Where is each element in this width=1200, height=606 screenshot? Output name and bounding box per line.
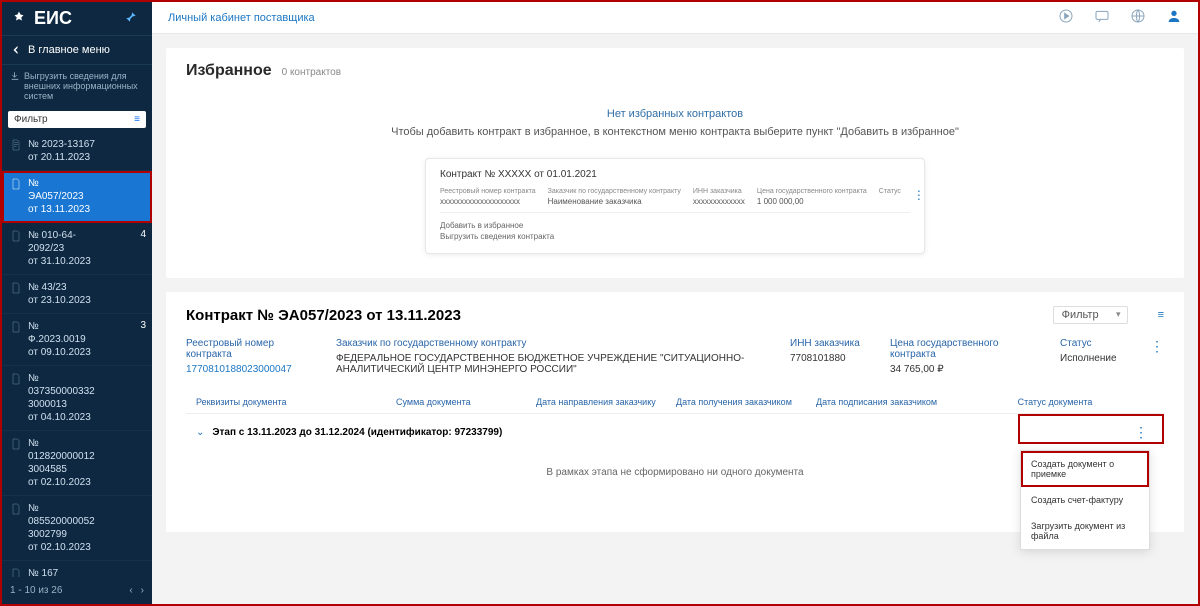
document-icon [10,320,22,334]
favorites-empty: Нет избранных контрактов [186,108,1164,120]
page-prev[interactable]: ‹ [129,585,132,596]
stage-more-icon[interactable]: ⋮ [1128,424,1154,441]
download-icon [10,71,20,81]
contract-filter-select[interactable]: Фильтр [1053,306,1128,324]
app-header: ЕИС [2,2,152,35]
contract-item[interactable]: № 43/23от 23.10.2023 [2,275,152,314]
page-next[interactable]: › [141,585,144,596]
back-to-main-menu[interactable]: В главное меню [2,35,152,65]
contract-panel: Контракт № ЭА057/2023 от 13.11.2023 Филь… [166,292,1184,532]
document-icon [10,372,22,386]
preview-card: Контракт № ХХХХХ от 01.01.2021 Реестровы… [425,158,925,254]
content: Избранное 0 контрактов Нет избранных кон… [152,34,1198,604]
contract-item[interactable]: № 010-64-2092/23от 31.10.2023 4 [2,223,152,275]
contract-item[interactable]: № 2023-13167от 20.11.2023 [2,132,152,171]
document-icon [10,177,22,191]
filter-icon: ≡ [134,114,140,125]
menu-add-favorite[interactable]: Добавить в избранное [440,221,910,230]
menu-upload-from-file[interactable]: Загрузить документ из файла [1021,513,1149,549]
pagination: 1 - 10 из 26 ‹ › [2,577,152,604]
favorites-hint: Чтобы добавить контракт в избранное, в к… [186,126,1164,138]
chevron-down-icon: ⌄ [196,427,204,438]
contract-item[interactable]: №Ф.2023.0019от 09.10.2023 3 [2,314,152,366]
pin-icon[interactable] [124,10,144,27]
contracts-list: № 2023-13167от 20.11.2023 №ЭА057/2023от … [2,132,152,577]
document-icon [10,567,22,577]
document-icon [10,502,22,516]
chat-icon[interactable] [1094,8,1110,27]
user-icon[interactable] [1166,8,1182,27]
documents-table-head: Реквизиты документа Сумма документа Дата… [186,391,1164,414]
contract-info-row: Реестровый номер контракта 1770810188023… [186,338,1164,375]
menu-create-acceptance-doc[interactable]: Создать документ о приемке [1021,451,1149,487]
more-icon[interactable]: ⋮ [913,188,925,206]
filter-lines-icon[interactable]: ≡ [1158,309,1164,321]
contract-item[interactable]: № 167от 25.09.2023 [2,561,152,577]
preview-title: Контракт № ХХХХХ от 01.01.2021 [440,169,910,180]
main-area: Личный кабинет поставщика Избранное 0 ко… [152,2,1198,604]
favorites-title: Избранное [186,62,272,80]
menu-create-invoice[interactable]: Создать счет-фактуру [1021,487,1149,513]
document-icon [10,138,22,152]
app-title: ЕИС [34,8,72,29]
registry-number-link[interactable]: 1770810188023000047 [186,364,292,375]
play-icon[interactable] [1058,8,1074,27]
favorites-panel: Избранное 0 контрактов Нет избранных кон… [166,48,1184,278]
contract-item[interactable]: №0128200000123004585от 02.10.2023 [2,431,152,496]
globe-icon[interactable] [1130,8,1146,27]
sidebar-filter[interactable]: Фильтр ≡ [8,111,146,128]
preview-context-menu: Добавить в избранное Выгрузить сведения … [440,212,910,241]
no-documents-text: В рамках этапа не сформировано ни одного… [186,451,1164,518]
contract-item[interactable]: №0855200000523002799от 02.10.2023 [2,496,152,561]
topbar: Личный кабинет поставщика [152,2,1198,34]
stage-context-menu: Создать документ о приемке Создать счет-… [1020,450,1150,550]
document-icon [10,437,22,451]
arrow-left-icon [10,44,22,56]
contract-item-active[interactable]: №ЭА057/2023от 13.11.2023 [2,171,152,223]
document-icon [10,281,22,295]
topbar-title: Личный кабинет поставщика [168,12,315,24]
document-icon [10,229,22,243]
documents-table: Реквизиты документа Сумма документа Дата… [186,391,1164,518]
export-info[interactable]: Выгрузить сведения для внешних информаци… [2,65,152,107]
contract-title: Контракт № ЭА057/2023 от 13.11.2023 [186,307,461,324]
favorites-count: 0 контрактов [282,67,341,78]
sidebar: ЕИС В главное меню Выгрузить сведения дл… [2,2,152,604]
contract-item[interactable]: №0373500003323000013от 04.10.2023 [2,366,152,431]
stage-row[interactable]: ⌄ Этап с 13.11.2023 до 31.12.2024 (идент… [186,414,1164,451]
eagle-icon [10,10,28,28]
menu-export-contract[interactable]: Выгрузить сведения контракта [440,232,910,241]
contract-more-icon[interactable]: ⋮ [1150,338,1164,355]
